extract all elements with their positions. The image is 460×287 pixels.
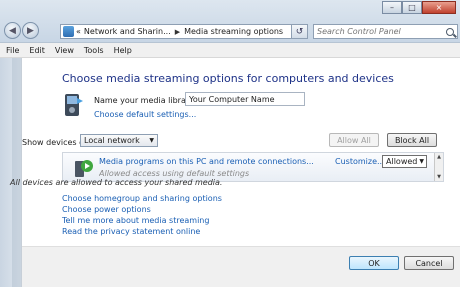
access-status-select[interactable]: Allowed ▼ [382, 155, 427, 168]
search-input[interactable] [314, 27, 434, 36]
menu-file[interactable]: File [6, 46, 19, 55]
list-item[interactable]: Media programs on this PC and remote con… [63, 153, 435, 181]
allow-all-button[interactable]: Allow All [329, 133, 379, 147]
customize-link[interactable]: Customize... [335, 157, 385, 166]
default-settings-link[interactable]: Choose default settings... [94, 110, 196, 119]
address-bar[interactable]: « Network and Sharin... ▶ Media streamin… [60, 24, 306, 39]
ok-button[interactable]: OK [349, 256, 399, 270]
control-panel-icon [63, 26, 74, 37]
power-options-link[interactable]: Choose power options [62, 205, 151, 214]
media-streaming-help-link[interactable]: Tell me more about media streaming [62, 216, 209, 225]
page-title: Choose media streaming options for compu… [62, 72, 394, 85]
main-content: Choose media streaming options for compu… [10, 58, 460, 270]
search-box[interactable] [313, 24, 458, 39]
forward-button[interactable]: ▶ [22, 22, 39, 39]
close-button[interactable]: × [422, 1, 456, 14]
window-controls: – □ × [382, 1, 456, 14]
navigation-pane-edge [0, 43, 22, 287]
show-devices-value: Local network [84, 136, 140, 145]
back-arrow-icon: ◀ [9, 25, 16, 36]
refresh-icon: ↺ [295, 26, 304, 37]
menu-tools[interactable]: Tools [84, 46, 104, 55]
menu-bar: File Edit View Tools Help [0, 43, 460, 58]
menu-view[interactable]: View [55, 46, 74, 55]
privacy-statement-link[interactable]: Read the privacy statement online [62, 227, 200, 236]
search-icon[interactable] [446, 27, 454, 36]
menu-help[interactable]: Help [114, 46, 132, 55]
breadcrumb-separator-icon: ▶ [174, 27, 181, 36]
device-list-scrollbar[interactable]: ▲ ▼ [434, 153, 443, 181]
chevron-down-icon: ▼ [149, 137, 154, 144]
window-chrome: – □ × ◀ ▶ « Network and Sharin... ▶ Medi… [0, 0, 460, 43]
media-library-icon [65, 94, 83, 116]
library-name-label: Name your media library: [94, 96, 196, 105]
device-name-link[interactable]: Media programs on this PC and remote con… [99, 157, 314, 166]
homegroup-sharing-link[interactable]: Choose homegroup and sharing options [62, 194, 222, 203]
breadcrumb-overflow[interactable]: « [76, 27, 81, 36]
menu-edit[interactable]: Edit [29, 46, 45, 55]
maximize-button[interactable]: □ [402, 1, 422, 14]
breadcrumb-network[interactable]: Network and Sharin... [84, 27, 171, 36]
refresh-button[interactable]: ↺ [291, 24, 308, 39]
back-button[interactable]: ◀ [4, 22, 21, 39]
minimize-button[interactable]: – [382, 1, 402, 14]
forward-arrow-icon: ▶ [27, 25, 34, 36]
chevron-down-icon: ▼ [419, 158, 424, 165]
show-devices-select[interactable]: Local network ▼ [80, 134, 158, 147]
dialog-footer: OK Cancel [22, 246, 460, 287]
scroll-down-icon[interactable]: ▼ [437, 174, 441, 180]
cancel-button[interactable]: Cancel [404, 256, 454, 270]
media-device-icon [75, 160, 93, 177]
block-all-button[interactable]: Block All [387, 133, 437, 147]
library-name-input[interactable] [185, 92, 305, 106]
access-notice: All devices are allowed to access your s… [10, 178, 223, 187]
scroll-up-icon[interactable]: ▲ [437, 154, 441, 160]
access-status-value: Allowed [386, 157, 418, 166]
breadcrumb-media-streaming[interactable]: Media streaming options [184, 27, 283, 36]
